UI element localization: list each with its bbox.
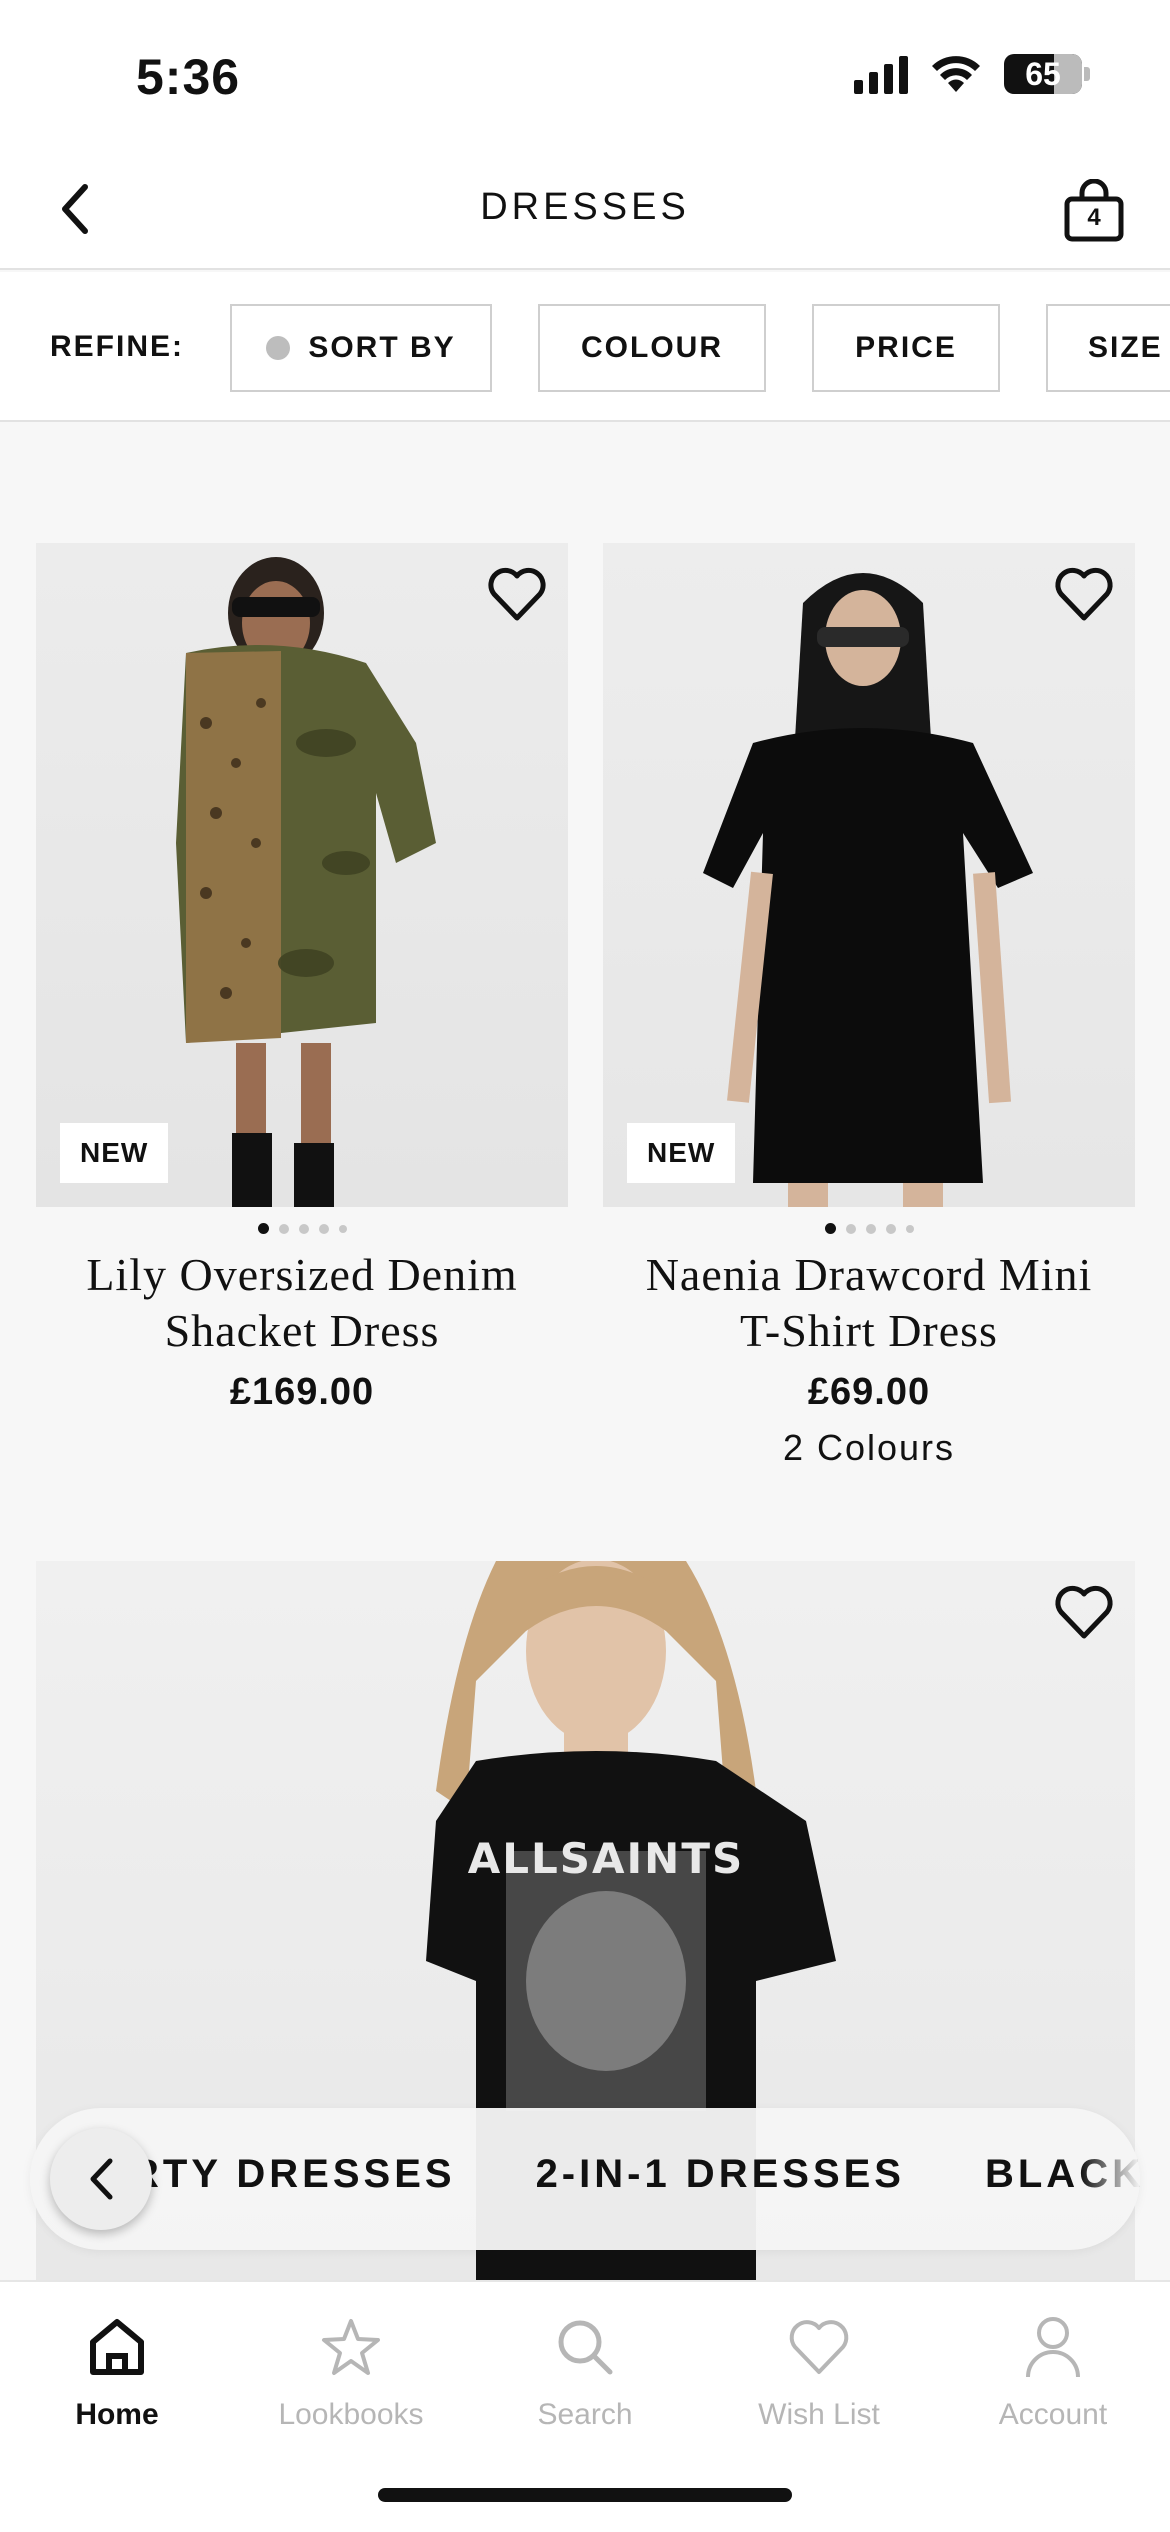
- size-filter-label: SIZE: [1088, 331, 1163, 364]
- battery-level: 65: [1025, 55, 1061, 92]
- search-icon: [558, 2320, 613, 2375]
- colour-filter-button[interactable]: COLOUR: [538, 304, 766, 392]
- heart-icon: [488, 567, 546, 621]
- product-image[interactable]: NEW: [603, 543, 1135, 1207]
- price-filter-label: PRICE: [855, 331, 957, 364]
- refine-bar: REFINE: SORT BY COLOUR PRICE SIZE: [0, 272, 1170, 422]
- price-filter-button[interactable]: PRICE: [812, 304, 1000, 392]
- heart-icon: [789, 2320, 849, 2374]
- product-name-line: Naenia Drawcord Mini: [645, 1249, 1093, 1300]
- heart-icon: [1055, 1585, 1113, 1639]
- tab-home[interactable]: Home: [0, 2312, 234, 2432]
- tab-lookbooks-label: Lookbooks: [278, 2398, 424, 2431]
- sort-by-label: SORT BY: [308, 331, 456, 364]
- wifi-icon: [932, 56, 980, 92]
- page-title: DRESSES: [480, 186, 690, 228]
- status-bar: 5:36 65: [0, 0, 1170, 150]
- sort-by-button[interactable]: SORT BY: [230, 304, 492, 392]
- category-party-dresses[interactable]: RTY DRESSES: [130, 2152, 456, 2197]
- chevron-left-icon: [90, 2158, 113, 2200]
- star-icon: [322, 2319, 380, 2375]
- tab-account-label: Account: [998, 2398, 1108, 2431]
- sort-indicator-icon: [266, 336, 291, 360]
- tab-wish-list-label: Wish List: [758, 2398, 880, 2431]
- category-carousel[interactable]: RTY DRESSES 2-IN-1 DRESSES BLACK: [30, 2108, 1140, 2250]
- category-back-button[interactable]: [50, 2128, 152, 2230]
- new-badge: NEW: [627, 1123, 736, 1183]
- product-image[interactable]: NEW: [36, 543, 568, 1207]
- bag-count-badge: 4: [1087, 204, 1101, 231]
- model-illustration: [703, 573, 1033, 1207]
- battery-icon: 65: [1004, 54, 1082, 94]
- new-badge: NEW: [60, 1123, 169, 1183]
- image-pagination-dots: [36, 1223, 568, 1234]
- product-price: £69.00: [807, 1371, 931, 1413]
- product-name-line: Lily Oversized Denim: [86, 1249, 518, 1300]
- home-indicator: [378, 2488, 792, 2502]
- tab-search-label: Search: [537, 2398, 633, 2431]
- status-time: 5:36: [136, 49, 241, 105]
- model-illustration: [176, 557, 436, 1207]
- image-pagination-dots: [603, 1223, 1135, 1234]
- account-icon: [1026, 2317, 1080, 2378]
- wishlist-button[interactable]: [482, 559, 552, 629]
- colour-filter-label: COLOUR: [581, 331, 723, 364]
- tab-wish-list[interactable]: Wish List: [702, 2312, 936, 2432]
- product-card[interactable]: NEW Lily Oversized Denim Shacket Dress £…: [36, 543, 568, 1483]
- header: DRESSES 4: [0, 150, 1170, 270]
- status-icons: 65: [854, 54, 1090, 94]
- refine-label: REFINE:: [50, 330, 184, 363]
- tab-lookbooks[interactable]: Lookbooks: [234, 2312, 468, 2432]
- heart-icon: [1055, 567, 1113, 621]
- tab-account[interactable]: Account: [936, 2312, 1170, 2432]
- wishlist-button[interactable]: [1049, 1577, 1119, 1647]
- category-track: RTY DRESSES 2-IN-1 DRESSES BLACK: [130, 2152, 1140, 2197]
- product-name-line: Shacket Dress: [164, 1305, 440, 1356]
- cellular-signal-icon: [854, 54, 908, 94]
- product-colours: 2 Colours: [782, 1427, 956, 1468]
- tshirt-print-text: ALLSAINTS: [468, 1834, 744, 1883]
- tab-search[interactable]: Search: [468, 2312, 702, 2432]
- wishlist-button[interactable]: [1049, 559, 1119, 629]
- size-filter-button[interactable]: SIZE: [1046, 304, 1170, 392]
- product-name[interactable]: Naenia Drawcord Mini T-Shirt Dress: [603, 1247, 1135, 1359]
- category-fade: [1080, 2108, 1140, 2250]
- category-2-in-1-dresses[interactable]: 2-IN-1 DRESSES: [536, 2152, 905, 2197]
- tab-home-label: Home: [75, 2398, 159, 2431]
- shopping-bag-button[interactable]: 4: [1054, 174, 1134, 250]
- product-name[interactable]: Lily Oversized Denim Shacket Dress: [36, 1247, 568, 1359]
- product-card[interactable]: NEW Naenia Drawcord Mini T-Shirt Dress £…: [603, 543, 1135, 1483]
- product-name-line: T-Shirt Dress: [740, 1305, 998, 1356]
- home-icon: [90, 2319, 144, 2375]
- product-price: £169.00: [229, 1371, 375, 1413]
